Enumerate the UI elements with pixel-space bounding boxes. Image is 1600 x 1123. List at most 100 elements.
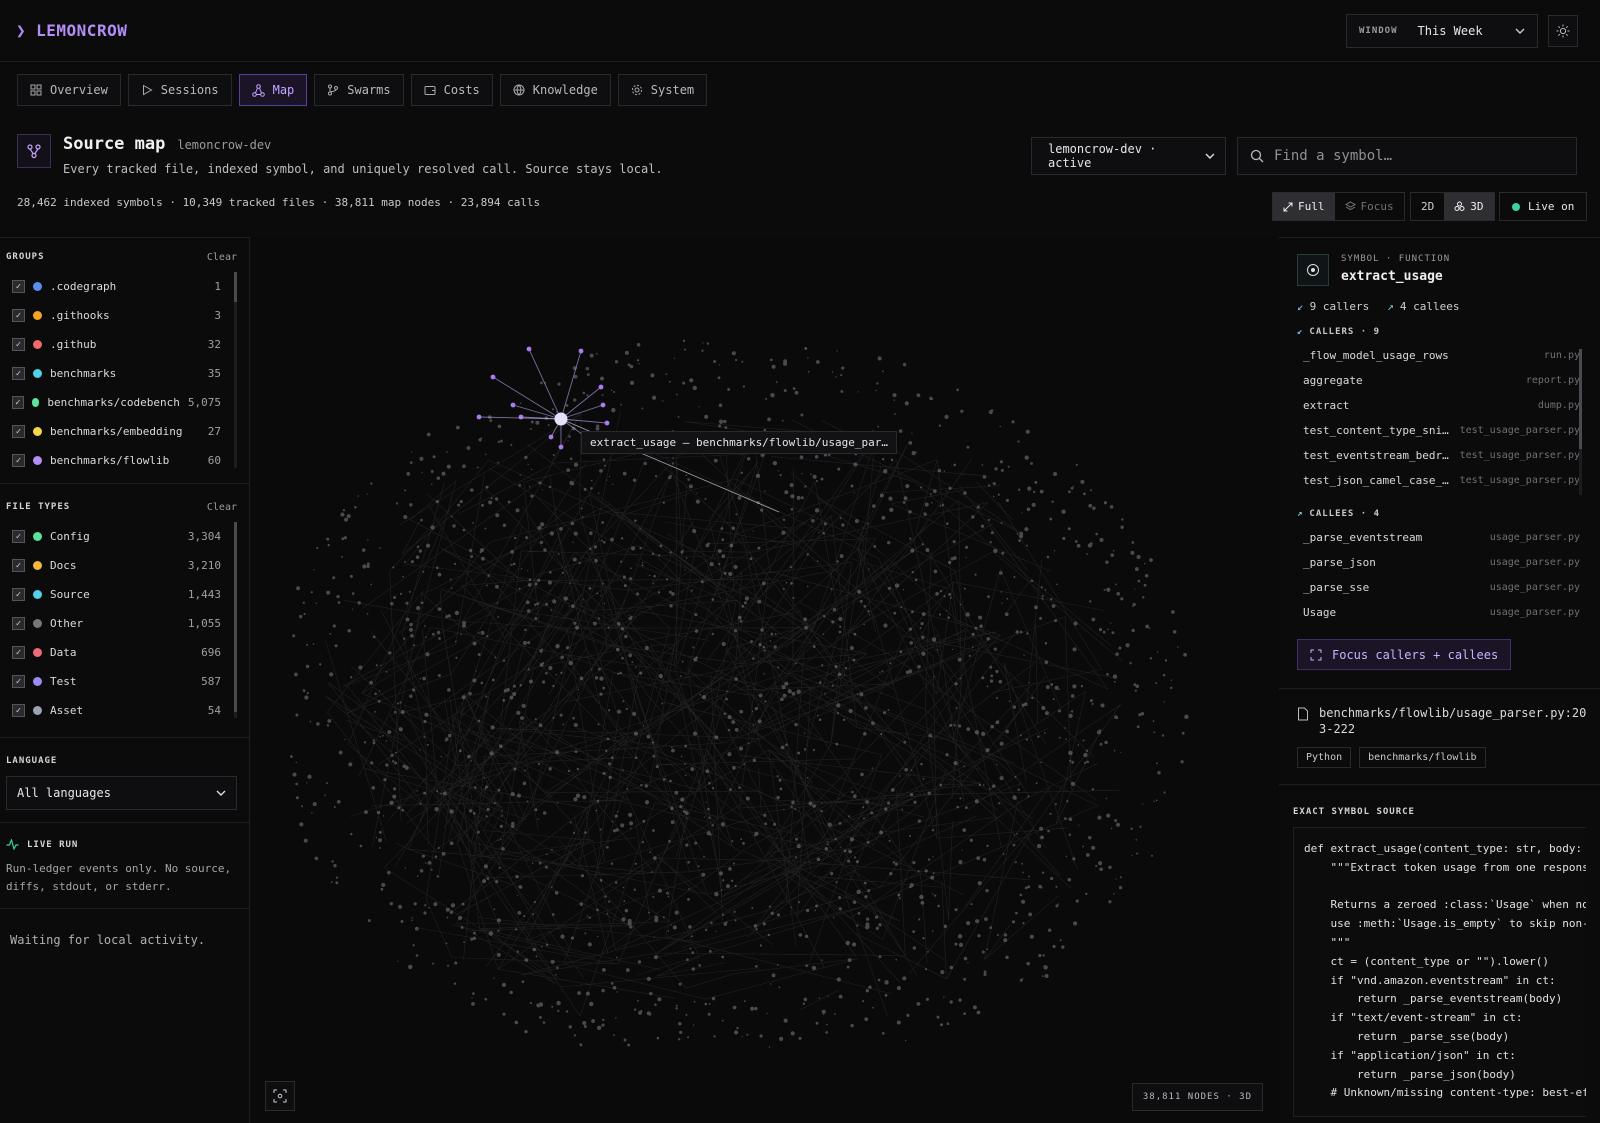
group-row[interactable]: ✓ benchmarks 35 — [0, 359, 249, 388]
expand-icon — [1283, 202, 1293, 211]
window-value: This Week — [1417, 23, 1483, 38]
groups-scrollbar[interactable] — [234, 272, 237, 468]
checkbox[interactable]: ✓ — [12, 454, 25, 467]
callee-name: Usage — [1303, 606, 1337, 619]
group-row[interactable]: ✓ benchmarks/codebench 5,075 — [0, 388, 249, 417]
checkbox[interactable]: ✓ — [12, 367, 25, 380]
gear-icon — [631, 84, 642, 96]
source-code-block[interactable]: def extract_usage(content_type: str, bod… — [1293, 827, 1586, 1117]
caller-item[interactable]: test_json_camel_case_… test_usage_parser.… — [1279, 468, 1600, 493]
group-row[interactable]: ✓ .codegraph 1 — [0, 272, 249, 301]
checkbox[interactable]: ✓ — [12, 530, 25, 543]
recenter-button[interactable] — [265, 1081, 295, 1111]
file-type-row[interactable]: ✓ Source 1,443 — [0, 580, 249, 609]
file-type-row[interactable]: ✓ Docs 3,210 — [0, 551, 249, 580]
live-toggle[interactable]: Live on — [1499, 192, 1588, 221]
brand[interactable]: ❯ LEMONCROW — [16, 21, 127, 40]
tab-overview[interactable]: Overview — [17, 74, 121, 106]
file-type-name: Docs — [50, 559, 77, 572]
cube-icon — [1454, 201, 1465, 211]
language-select-value: All languages — [17, 786, 111, 800]
caller-item[interactable]: aggregate report.py — [1279, 368, 1600, 393]
caller-item[interactable]: test_eventstream_bedr… test_usage_parser.… — [1279, 443, 1600, 468]
window-select[interactable]: WINDOW This Week — [1346, 13, 1538, 48]
tab-label: Swarms — [347, 83, 391, 97]
file-type-row[interactable]: ✓ Asset 54 — [0, 696, 249, 725]
checkbox[interactable]: ✓ — [12, 425, 25, 438]
file-type-row[interactable]: ✓ Config 3,304 — [0, 522, 249, 551]
file-type-name: Config — [50, 530, 90, 543]
tab-costs[interactable]: Costs — [410, 74, 493, 106]
selected-node[interactable] — [554, 412, 568, 426]
project-select[interactable]: lemoncrow-dev · active — [1031, 137, 1226, 175]
theme-toggle-button[interactable] — [1548, 14, 1578, 47]
2d-button[interactable]: 2D — [1411, 193, 1444, 220]
checkbox[interactable]: ✓ — [12, 704, 25, 717]
file-type-row[interactable]: ✓ Test 587 — [0, 667, 249, 696]
tab-map[interactable]: Map — [238, 74, 308, 106]
group-name: benchmarks — [50, 367, 117, 380]
layers-icon — [1344, 201, 1356, 211]
tab-system[interactable]: System — [617, 74, 708, 106]
callers-scrollbar[interactable] — [1579, 349, 1582, 495]
file-types-clear-button[interactable]: Clear — [207, 502, 237, 513]
brand-name: LEMONCROW — [36, 21, 128, 40]
3d-button[interactable]: 3D — [1444, 193, 1494, 220]
checkbox[interactable]: ✓ — [12, 309, 25, 322]
branch-icon — [328, 84, 339, 96]
groups-clear-button[interactable]: Clear — [207, 252, 237, 263]
checkbox[interactable]: ✓ — [12, 338, 25, 351]
caller-item[interactable]: test_content_type_sni… test_usage_parser.… — [1279, 418, 1600, 443]
tab-sessions[interactable]: Sessions — [127, 74, 232, 106]
checkbox[interactable]: ✓ — [12, 675, 25, 688]
checkbox[interactable]: ✓ — [12, 646, 25, 659]
focus-view-button[interactable]: Focus — [1335, 193, 1404, 220]
symbol-search[interactable]: Find a symbol… — [1237, 137, 1577, 175]
caller-name: test_content_type_sni… — [1303, 424, 1449, 437]
file-type-count: 3,210 — [187, 559, 221, 572]
group-name: benchmarks/flowlib — [50, 454, 170, 467]
file-types-scrollbar[interactable] — [234, 522, 237, 718]
symbol-path-line: 3-222 — [1319, 722, 1356, 736]
callee-item[interactable]: Usage usage_parser.py — [1279, 600, 1600, 625]
group-row[interactable]: ✓ benchmarks/embedding 27 — [0, 417, 249, 446]
tab-label: Costs — [443, 83, 480, 97]
color-swatch — [33, 282, 42, 291]
focus-callers-callees-button[interactable]: Focus callers + callees — [1297, 639, 1512, 670]
language-select[interactable]: All languages — [6, 776, 237, 810]
color-swatch — [33, 648, 42, 657]
checkbox[interactable]: ✓ — [12, 280, 25, 293]
file-type-row[interactable]: ✓ Data 696 — [0, 638, 249, 667]
caller-item[interactable]: extract dump.py — [1279, 393, 1600, 418]
source-map-canvas[interactable]: extract_usage — benchmarks/flowlib/usage… — [251, 237, 1279, 1123]
arrow-in-icon: ↙ — [1297, 300, 1304, 313]
symbol-kind: SYMBOL · FUNCTION — [1341, 254, 1451, 264]
callee-item[interactable]: _parse_sse usage_parser.py — [1279, 575, 1600, 600]
tab-label: System — [650, 83, 695, 97]
top-bar: ❯ LEMONCROW WINDOW This Week — [0, 0, 1600, 62]
callee-item[interactable]: _parse_eventstream usage_parser.py — [1279, 525, 1600, 550]
tab-knowledge[interactable]: Knowledge — [499, 74, 611, 106]
symbol-path[interactable]: benchmarks/flowlib/usage_parser.py:20 3-2… — [1279, 689, 1600, 737]
live-status-dot — [1512, 202, 1520, 211]
full-view-button[interactable]: Full — [1273, 193, 1335, 220]
group-row[interactable]: ✓ benchmarks/flowlib 60 — [0, 446, 249, 475]
checkbox[interactable]: ✓ — [12, 588, 25, 601]
language-title: LANGUAGE — [6, 756, 58, 766]
file-type-row[interactable]: ✓ Other 1,055 — [0, 609, 249, 638]
groups-list: ✓ .codegraph 1 ✓ .githooks 3 ✓ .github 32 ✓ benchm… — [0, 272, 249, 475]
source-title: EXACT SYMBOL SOURCE — [1293, 807, 1415, 817]
checkbox[interactable]: ✓ — [12, 396, 24, 409]
group-row[interactable]: ✓ .github 32 — [0, 330, 249, 359]
group-name: benchmarks/embedding — [50, 425, 183, 438]
caller-item[interactable]: _flow_model_usage_rows run.py — [1279, 343, 1600, 368]
graph-view[interactable] — [251, 237, 1279, 1123]
callees-count: ↗ 4 callees — [1387, 300, 1459, 313]
callee-item[interactable]: _parse_json usage_parser.py — [1279, 550, 1600, 575]
tab-swarms[interactable]: Swarms — [314, 74, 404, 106]
checkbox[interactable]: ✓ — [12, 617, 25, 630]
checkbox[interactable]: ✓ — [12, 559, 25, 572]
search-input[interactable]: Find a symbol… — [1274, 148, 1392, 164]
group-row[interactable]: ✓ .githooks 3 — [0, 301, 249, 330]
groups-title: GROUPS — [6, 252, 45, 262]
